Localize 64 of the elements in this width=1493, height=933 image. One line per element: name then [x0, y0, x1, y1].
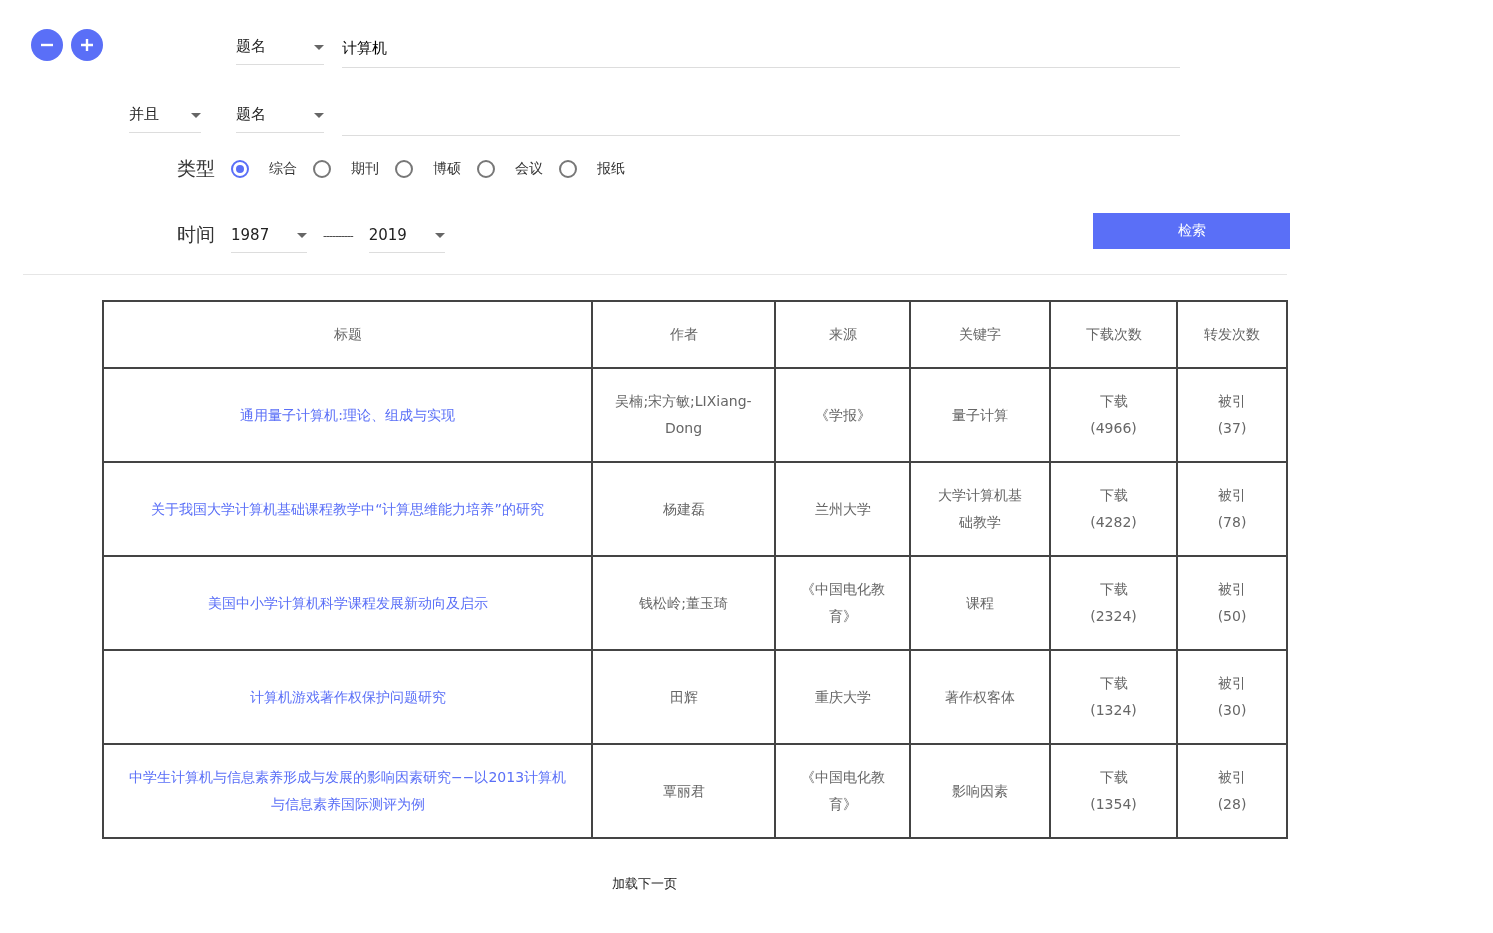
keyword-text: 影响因素: [952, 782, 1008, 799]
download-link[interactable]: 下载: [1071, 388, 1156, 415]
column-header: 下载次数: [1050, 301, 1177, 368]
time-label: 时间: [177, 222, 215, 247]
citation-count: (50): [1216, 607, 1248, 626]
author-text: 吴楠;宋方敏;LIXiang-Dong: [615, 393, 752, 436]
citation-count: (37): [1216, 419, 1248, 438]
field-select[interactable]: 题名: [236, 97, 324, 133]
source-text: 《中国电化教育》: [800, 581, 885, 624]
column-header: 来源: [775, 301, 910, 368]
cited-link[interactable]: 被引: [1198, 764, 1266, 791]
cited-link[interactable]: 被引: [1198, 482, 1266, 509]
download-link[interactable]: 下载: [1071, 482, 1156, 509]
column-header: 关键字: [910, 301, 1050, 368]
column-header: 标题: [103, 301, 592, 368]
search-button[interactable]: 检索: [1093, 213, 1290, 249]
type-radio-option[interactable]: 会议: [477, 160, 551, 178]
download-count: (1324): [1089, 701, 1138, 720]
keyword-text: 大学计算机基础教学: [938, 487, 1022, 530]
author-text: 田辉: [669, 688, 698, 705]
source-text: 重庆大学: [814, 688, 871, 705]
end-year-select[interactable]: 2019: [368, 217, 445, 253]
citation-count: (28): [1216, 795, 1248, 814]
download-link[interactable]: 下载: [1071, 576, 1156, 603]
type-radio-option[interactable]: 综合: [231, 160, 305, 178]
keyword-text: 著作权客体: [945, 688, 1015, 705]
type-radio-option[interactable]: 博硕: [395, 160, 469, 178]
start-year-select[interactable]: 1987: [231, 217, 307, 253]
column-header: 作者: [592, 301, 775, 368]
caret-icon: [314, 45, 324, 50]
download-count: (1354): [1089, 795, 1138, 814]
download-count: (4282): [1089, 513, 1138, 532]
cited-link[interactable]: 被引: [1198, 576, 1266, 603]
source-text: 《学报》: [814, 406, 871, 423]
plus-icon: [80, 38, 94, 52]
download-link[interactable]: 下载: [1071, 670, 1156, 697]
source-text: 兰州大学: [814, 500, 871, 517]
range-separator: ----------: [323, 228, 353, 242]
cited-link[interactable]: 被引: [1198, 388, 1266, 415]
download-count: (4966): [1089, 419, 1138, 438]
citation-count: (78): [1216, 513, 1248, 532]
type-label: 类型: [177, 156, 215, 181]
source-text: 《中国电化教育》: [800, 769, 885, 812]
column-header: 转发次数: [1177, 301, 1287, 368]
download-count: (2324): [1089, 607, 1138, 626]
author-text: 钱松岭;董玉琦: [639, 594, 728, 611]
add-condition-button[interactable]: [71, 29, 103, 61]
caret-icon: [314, 113, 324, 118]
author-text: 覃丽君: [662, 782, 705, 799]
cited-link[interactable]: 被引: [1198, 670, 1266, 697]
keyword-text: 量子计算: [952, 406, 1008, 423]
field-select[interactable]: 题名: [236, 29, 324, 65]
type-radio-option[interactable]: 期刊: [313, 160, 387, 178]
download-link[interactable]: 下载: [1071, 764, 1156, 791]
citation-count: (30): [1216, 701, 1248, 720]
caret-icon: [297, 233, 307, 238]
remove-condition-button[interactable]: [31, 29, 63, 61]
author-text: 杨建磊: [662, 500, 705, 517]
logic-select[interactable]: 并且: [129, 97, 201, 133]
type-radio-option[interactable]: 报纸: [559, 160, 633, 178]
keyword-text: 课程: [966, 594, 994, 611]
caret-icon: [434, 233, 445, 238]
caret-icon: [191, 113, 201, 118]
load-more-link[interactable]: 加载下一页: [611, 876, 677, 891]
